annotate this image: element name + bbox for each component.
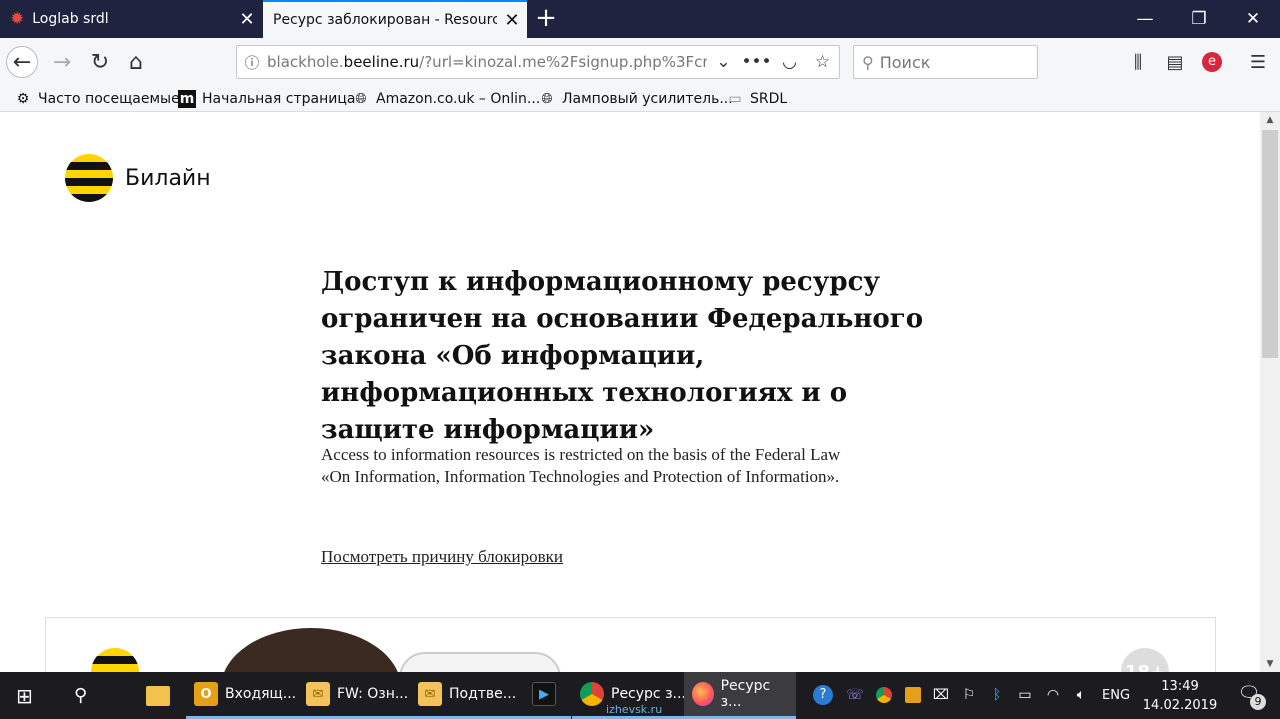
help-icon[interactable]: ? — [812, 684, 834, 706]
vertical-scrollbar[interactable]: ▲ ▼ — [1260, 112, 1280, 672]
gear-icon: ⚙ — [16, 91, 30, 107]
restore-button[interactable]: ❐ — [1172, 0, 1226, 38]
close-tab-icon[interactable]: ✕ — [497, 10, 527, 31]
beeline-ball-icon — [91, 648, 139, 672]
home-button[interactable]: ⌂ — [120, 46, 152, 78]
scrollbar-thumb[interactable] — [1262, 130, 1278, 358]
clock[interactable]: 13:49 14.02.2019 — [1140, 677, 1220, 715]
search-icon: ⚲ — [862, 52, 874, 72]
minimize-button[interactable]: — — [1118, 0, 1172, 38]
logo-text: Билайн — [125, 165, 211, 191]
forward-button[interactable]: → — [46, 46, 78, 78]
close-tab-icon[interactable]: ✕ — [232, 9, 262, 30]
home-icon: ⌂ — [129, 49, 143, 75]
tab-title: Loglab srdl — [32, 11, 109, 27]
firefox-icon — [692, 682, 714, 706]
folder-icon: ▭ — [728, 91, 742, 107]
bookmark-amplifier[interactable]: 🌐︎ Ламповый усилитель... — [538, 89, 732, 109]
search-box[interactable]: ⚲ — [853, 45, 1038, 79]
bookmark-frequent[interactable]: ⚙ Часто посещаемые — [14, 89, 180, 109]
tab-loglab[interactable]: ✹ Loglab srdl ✕ — [0, 0, 262, 38]
tab-bar: ✹ Loglab srdl ✕ Ресурс заблокирован - Re… — [0, 0, 1280, 38]
age-rating-badge: 18+ — [1121, 648, 1169, 672]
navigation-toolbar: ← → ↻ ⌂ ⓘ blackhole.beeline.ru/?url=kino… — [0, 38, 1280, 86]
globe-icon: 🌐︎ — [355, 91, 367, 107]
bookmark-homepage[interactable]: m Начальная страница — [178, 89, 355, 109]
taskbar-app-mail-confirm[interactable]: ✉ Подтве... — [410, 672, 525, 719]
arrow-right-icon: → — [52, 49, 72, 75]
taskbar-app-firefox[interactable]: Ресурс з... — [684, 672, 796, 719]
reload-icon: ↻ — [90, 49, 110, 75]
star-icon[interactable]: ☆ — [806, 52, 839, 72]
banner-phone-image — [399, 652, 561, 672]
taskbar-app-outlook[interactable]: O Входящ... — [186, 672, 305, 719]
library-icon[interactable]: ⫼ — [1126, 50, 1150, 74]
gear-favicon-icon: ✹ — [10, 9, 25, 29]
notifications-icon[interactable]: 🗨︎ 9 — [1234, 682, 1266, 710]
sidebar-icon[interactable]: ▤ — [1163, 50, 1187, 74]
bookmarks-toolbar: ⚙ Часто посещаемые m Начальная страница … — [0, 86, 1280, 112]
tab-title: Ресурс заблокирован - Resource blocked — [273, 12, 497, 28]
battery-icon[interactable]: ▭ — [1014, 684, 1036, 706]
file-explorer-icon[interactable] — [146, 672, 170, 719]
extension-icon[interactable]: e — [1200, 50, 1224, 74]
back-button[interactable]: ← — [6, 46, 38, 78]
pocket-icon[interactable]: ◡ — [773, 52, 806, 72]
url-bar[interactable]: ⓘ blackhole.beeline.ru/?url=kinozal.me%2… — [236, 45, 840, 79]
chrome-icon — [580, 682, 604, 706]
bookmark-amazon[interactable]: 🌐︎ Amazon.co.uk – Onlin... — [352, 89, 540, 109]
outlook-icon: O — [194, 682, 218, 706]
reload-button[interactable]: ↻ — [84, 46, 116, 78]
mail-icon: ✉ — [418, 682, 442, 706]
arrow-left-icon: ← — [12, 49, 32, 75]
beeline-logo[interactable]: Билайн — [65, 154, 211, 202]
usb-icon[interactable]: ⌧ — [930, 684, 952, 706]
chrome-tray-icon[interactable] — [873, 684, 895, 706]
beeline-ball-icon — [65, 154, 113, 202]
search-icon[interactable]: ⚲ — [74, 672, 87, 719]
url-text[interactable]: blackhole.beeline.ru/?url=kinozal.me%2Fs… — [267, 53, 707, 71]
promo-banner[interactable]: 18+ — [45, 617, 1216, 672]
page-heading: Доступ к информационному ресурсу огранич… — [321, 267, 924, 445]
menu-icon[interactable]: ☰ — [1246, 50, 1270, 74]
scroll-up-icon[interactable]: ▲ — [1260, 112, 1280, 128]
new-tab-button[interactable]: + — [532, 5, 560, 33]
m-icon: m — [178, 90, 196, 108]
bookmark-srdl-folder[interactable]: ▭ SRDL — [726, 89, 787, 109]
taskbar-app-mail-fw[interactable]: ✉ FW: Озн... — [298, 672, 417, 719]
watermark-text: izhevsk.ru — [606, 703, 663, 716]
bluetooth-icon[interactable]: ᛒ — [986, 684, 1008, 706]
viber-icon[interactable]: ☏ — [844, 684, 866, 706]
chevron-down-icon[interactable]: ⌄ — [707, 52, 740, 72]
action-center-flag-icon[interactable]: ⚐ — [958, 684, 980, 706]
info-icon[interactable]: ⓘ — [237, 52, 267, 73]
search-input[interactable] — [879, 52, 1020, 72]
more-actions-icon[interactable]: ••• — [740, 52, 773, 72]
close-window-button[interactable]: ✕ — [1226, 0, 1280, 38]
volume-icon[interactable]: 🔈︎ — [1070, 684, 1092, 706]
banner-person-image — [221, 628, 401, 672]
language-indicator[interactable]: ENG — [1102, 672, 1130, 719]
outlook-tray-icon[interactable] — [902, 684, 924, 706]
page-content: Билайн Доступ к информационному ресурсу … — [0, 112, 1260, 672]
player-icon: ▶ — [532, 682, 556, 706]
scroll-down-icon[interactable]: ▼ — [1260, 656, 1280, 672]
taskbar-app-player[interactable]: ▶ — [524, 672, 571, 719]
view-block-reason-link[interactable]: Посмотреть причину блокировки — [321, 547, 563, 567]
globe-icon: 🌐︎ — [541, 91, 553, 107]
tab-resource-blocked[interactable]: Ресурс заблокирован - Resource blocked ✕ — [263, 0, 527, 38]
mail-icon: ✉ — [306, 682, 330, 706]
english-notice: Access to information resources is restr… — [321, 445, 841, 486]
wifi-icon[interactable]: ◠ — [1042, 684, 1064, 706]
start-windows-icon[interactable]: ⊞ — [16, 672, 33, 719]
